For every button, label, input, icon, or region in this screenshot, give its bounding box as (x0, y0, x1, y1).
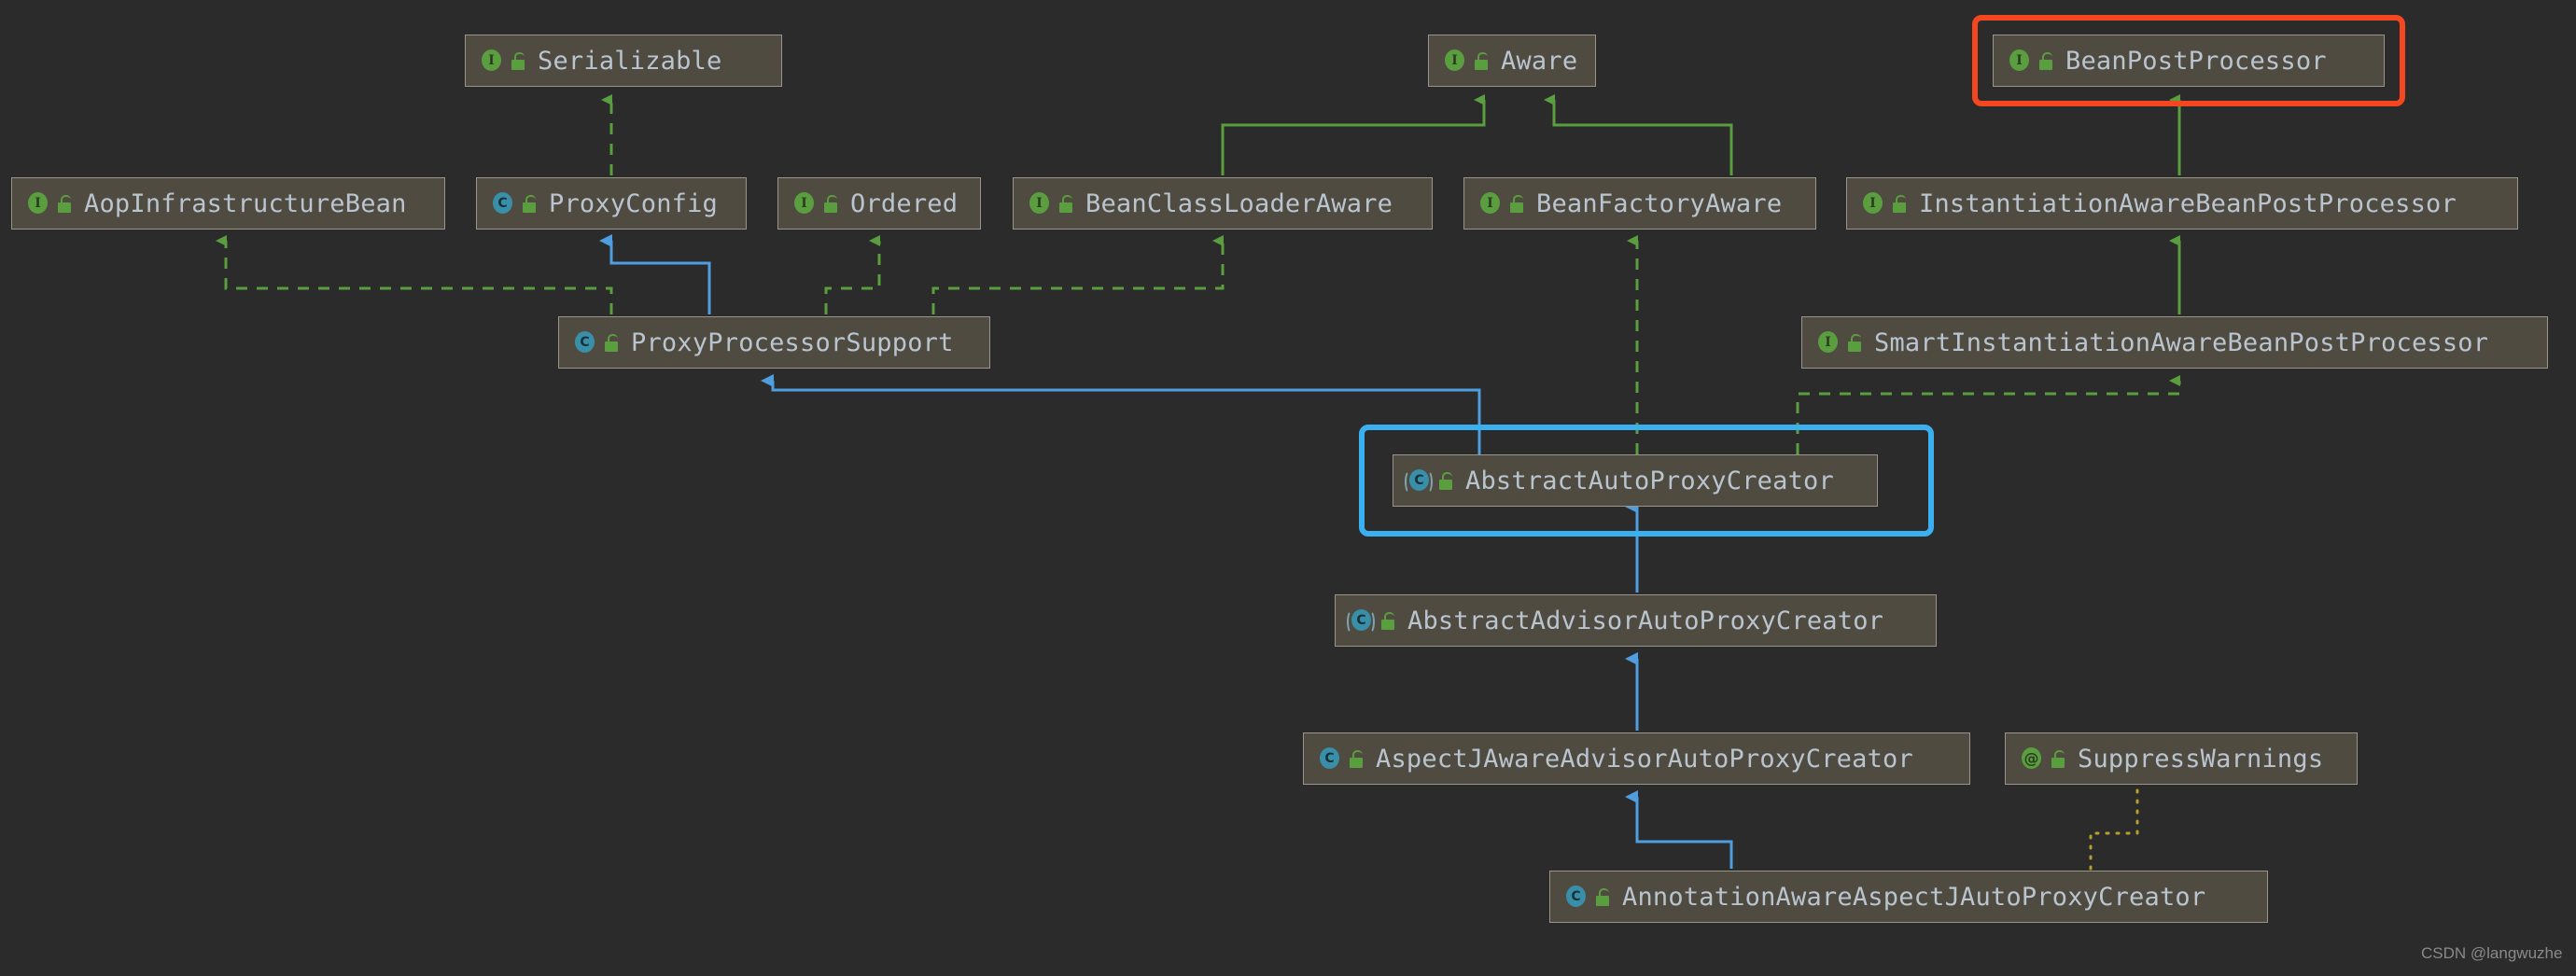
class-icon: C (572, 330, 596, 355)
edge-annotationaware-aspectjaware (1625, 790, 1733, 869)
node-icons: @ (2019, 746, 2066, 771)
unlocked-lock-icon (2037, 51, 2054, 70)
unlocked-lock-icon (56, 194, 73, 213)
interface-icon: I (1815, 330, 1840, 355)
edge-layer (216, 94, 2181, 871)
abstract-class-icon: C (1405, 468, 1433, 494)
unlocked-lock-icon (1379, 611, 1396, 630)
node-icons: I (2007, 49, 2054, 73)
node-icons: C (1563, 885, 1611, 909)
class-node-smartinstantiationawarebeanpostprocessor[interactable]: I SmartInstantiationAwareBeanPostProcess… (1801, 316, 2548, 369)
class-node-serializable[interactable]: I Serializable (465, 35, 782, 87)
node-icons: I (25, 191, 73, 216)
unlocked-lock-icon (1473, 51, 1490, 70)
interface-icon: I (479, 49, 503, 73)
class-node-beanfactoryaware[interactable]: I BeanFactoryAware (1463, 177, 1816, 230)
class-node-beanpostprocessor[interactable]: I BeanPostProcessor (1993, 35, 2385, 87)
class-node-proxyprocessorsupport[interactable]: C ProxyProcessorSupport (558, 316, 990, 369)
class-node-label: BeanPostProcessor (2065, 46, 2327, 76)
class-icon: C (490, 191, 514, 216)
node-icons: I (479, 49, 526, 73)
interface-icon: I (791, 191, 816, 216)
class-node-label: ProxyConfig (549, 188, 719, 218)
class-node-label: AbstractAutoProxyCreator (1465, 466, 1834, 495)
class-node-annotationawareaspectjautoproxycreator[interactable]: C AnnotationAwareAspectJAutoProxyCreator (1549, 871, 2268, 923)
edge-proxyprocessorsupport-proxyconfig (599, 234, 711, 314)
node-icons: I (1027, 191, 1074, 216)
interface-icon: I (25, 191, 49, 216)
unlocked-lock-icon (521, 194, 538, 213)
class-node-label: BeanClassLoaderAware (1085, 188, 1393, 218)
node-icons: I (1815, 330, 1863, 355)
unlocked-lock-icon (1057, 194, 1074, 213)
node-icons: C (1317, 746, 1365, 771)
interface-icon: I (1442, 49, 1466, 73)
interface-icon: I (2007, 49, 2031, 73)
class-node-abstractautoproxycreator[interactable]: C AbstractAutoProxyCreator (1393, 454, 1878, 507)
watermark: CSDN @langwuzhe (2421, 944, 2563, 962)
class-node-beanclassloaderaware[interactable]: I BeanClassLoaderAware (1013, 177, 1433, 230)
unlocked-lock-icon (2050, 749, 2066, 768)
class-node-abstractadvisorautoproxycreator[interactable]: C AbstractAdvisorAutoProxyCreator (1335, 594, 1937, 647)
class-node-label: AspectJAwareAdvisorAutoProxyCreator (1376, 744, 1913, 774)
class-node-aopinfrastructurebean[interactable]: I AopInfrastructureBean (11, 177, 445, 230)
node-icons: C (490, 191, 538, 216)
node-icons: I (791, 191, 839, 216)
unlocked-lock-icon (603, 333, 620, 352)
unlocked-lock-icon (510, 51, 526, 70)
interface-icon: I (1860, 191, 1884, 216)
class-node-label: SuppressWarnings (2078, 744, 2324, 774)
class-node-aspectjawareadvisorautoproxycreator[interactable]: C AspectJAwareAdvisorAutoProxyCreator (1303, 732, 1970, 785)
class-diagram-canvas: I Serializable I Aware I BeanPostProcess… (0, 0, 2576, 976)
class-node-ordered[interactable]: I Ordered (777, 177, 981, 230)
edge-proxyprocessorsupport-aopinfrastructurebean (216, 235, 613, 314)
edge-beanfactoryaware-aware (1544, 94, 1733, 175)
interface-icon: I (1027, 191, 1051, 216)
unlocked-lock-icon (1508, 194, 1525, 213)
edge-annotationaware-suppresswarnings (2089, 785, 2139, 871)
class-node-instantiationawarebeanpostprocessor[interactable]: I InstantiationAwareBeanPostProcessor (1846, 177, 2518, 230)
node-icons: I (1442, 49, 1490, 73)
abstract-class-icon: C (1347, 608, 1375, 634)
unlocked-lock-icon (822, 194, 839, 213)
unlocked-lock-icon (1437, 471, 1454, 490)
edge-proxyprocessorsupport-beanclassloaderaware (931, 235, 1225, 314)
unlocked-lock-icon (1348, 749, 1365, 768)
class-node-label: BeanFactoryAware (1536, 188, 1783, 218)
class-node-label: Ordered (850, 188, 959, 218)
unlocked-lock-icon (1891, 194, 1908, 213)
class-node-label: ProxyProcessorSupport (631, 328, 954, 357)
edge-proxyprocessorsupport-ordered (824, 235, 881, 314)
unlocked-lock-icon (1846, 333, 1863, 352)
class-icon: C (1317, 746, 1341, 771)
class-node-suppresswarnings[interactable]: @ SuppressWarnings (2005, 732, 2358, 785)
unlocked-lock-icon (1594, 887, 1611, 906)
class-node-label: AnnotationAwareAspectJAutoProxyCreator (1622, 882, 2206, 912)
class-node-label: Aware (1501, 46, 1578, 76)
node-icons: C (1405, 468, 1454, 494)
class-node-label: AopInfrastructureBean (84, 188, 407, 218)
node-icons: I (1860, 191, 1908, 216)
edge-beanclassloaderaware-aware (1221, 94, 1486, 175)
class-node-label: AbstractAdvisorAutoProxyCreator (1407, 606, 1884, 635)
node-icons: C (1347, 608, 1396, 634)
node-icons: C (572, 330, 620, 355)
class-icon: C (1563, 885, 1588, 909)
class-node-label: Serializable (538, 46, 722, 76)
interface-icon: I (1477, 191, 1502, 216)
class-node-aware[interactable]: I Aware (1428, 35, 1596, 87)
class-node-label: SmartInstantiationAwareBeanPostProcessor (1874, 328, 2489, 357)
node-icons: I (1477, 191, 1525, 216)
class-node-proxyconfig[interactable]: C ProxyConfig (476, 177, 747, 230)
class-node-label: InstantiationAwareBeanPostProcessor (1919, 188, 2457, 218)
annotation-icon: @ (2019, 746, 2043, 771)
